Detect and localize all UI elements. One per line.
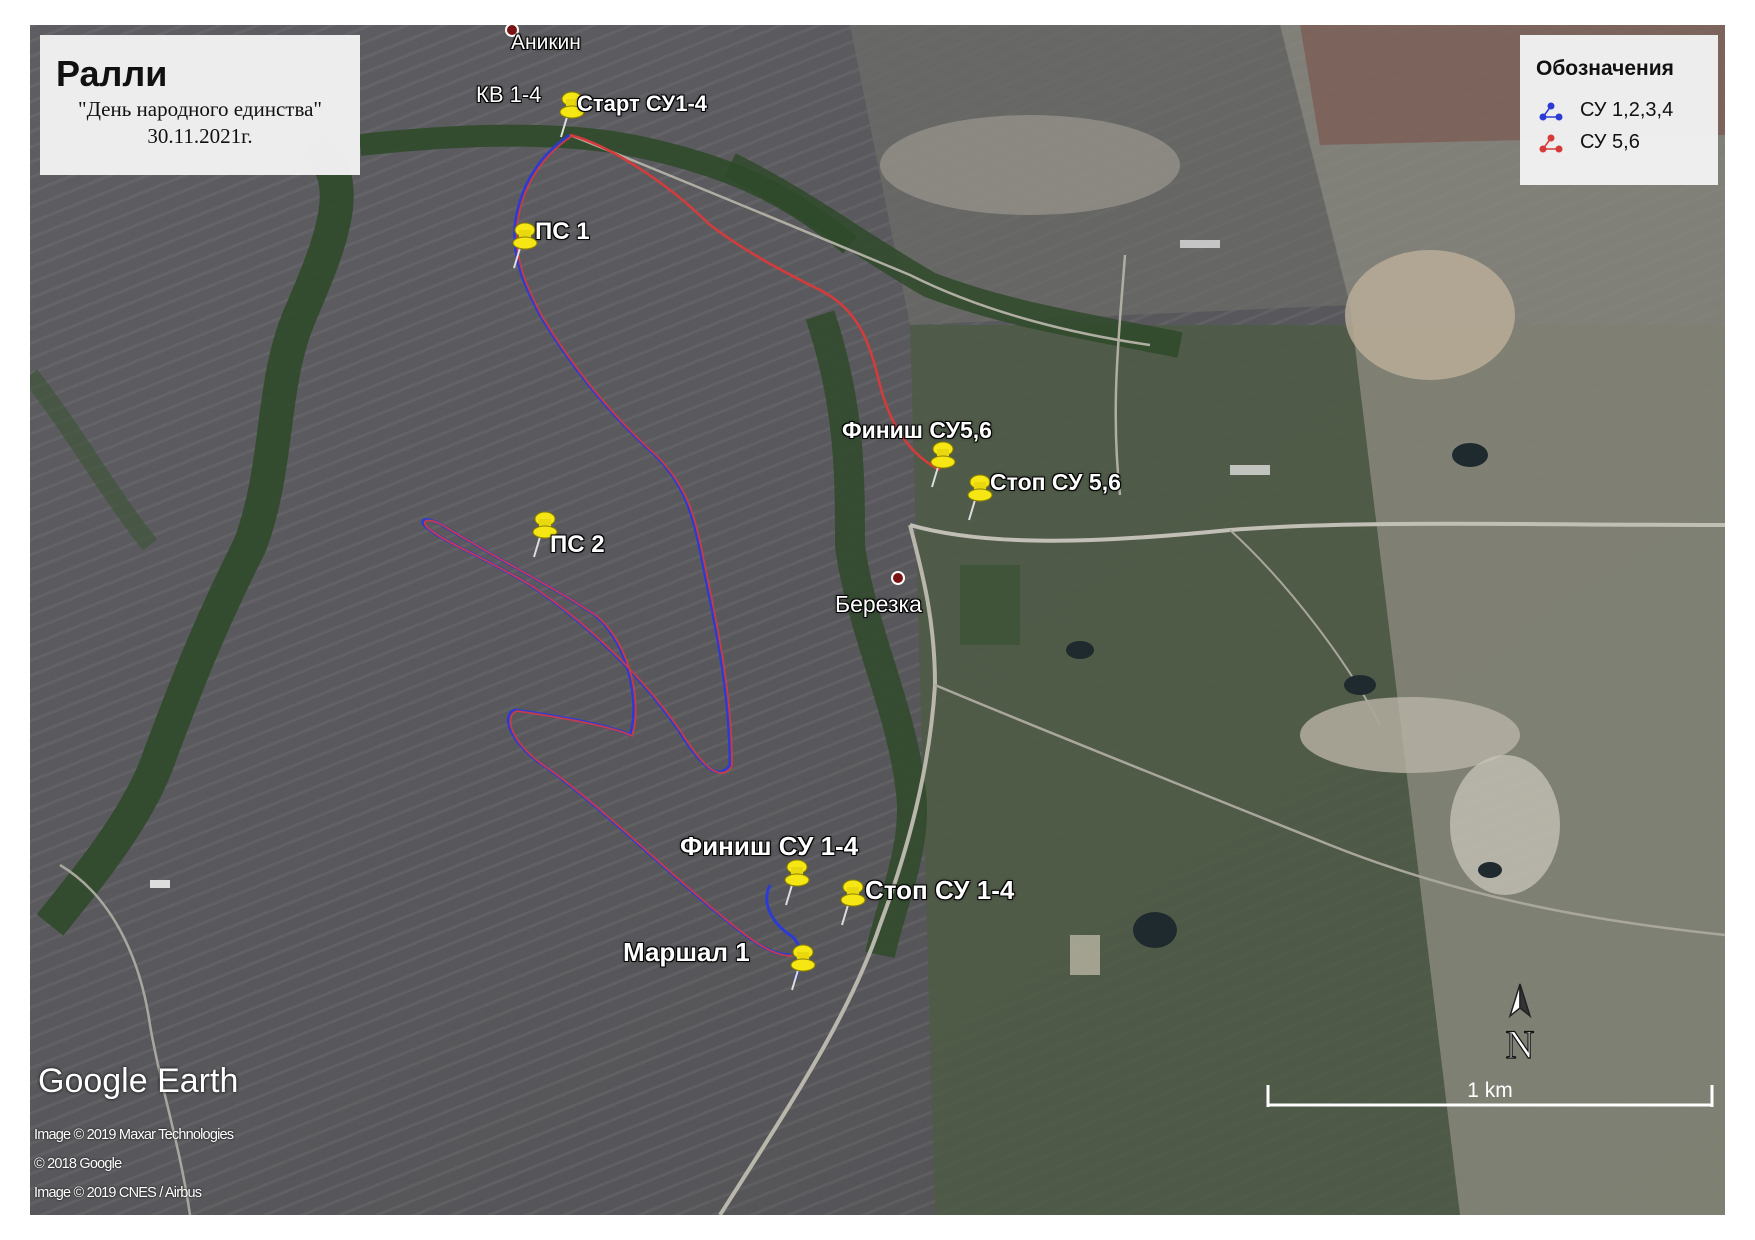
legend-heading: Обозначения (1536, 57, 1674, 80)
map-date: 30.11.2021г. (147, 124, 253, 148)
legend-label: СУ 5,6 (1580, 131, 1640, 153)
settlement-dots (505, 25, 905, 585)
pushpin-icon[interactable] (926, 437, 960, 489)
legend-label: СУ 1,2,3,4 (1580, 99, 1674, 121)
imagery-credit: © 2018 Google (34, 1156, 122, 1172)
marker-label-kv[interactable]: КВ 1-4 (476, 82, 541, 108)
marker-label-marshal-1[interactable]: Маршал 1 (623, 937, 750, 968)
north-arrow-icon: N (1505, 983, 1535, 1062)
marker-label-finish-su-5-6[interactable]: Финиш СУ5,6 (842, 417, 992, 444)
marker-label-ps-2[interactable]: ПС 2 (550, 531, 605, 559)
scale-bar: 1 km (1266, 1079, 1714, 1107)
place-label-anikin: Аникин (511, 31, 581, 54)
marker-label-ps-1[interactable]: ПС 1 (535, 218, 590, 246)
title-panel: Ралли "День народного единства" 30.11.20… (40, 35, 360, 175)
google-earth-logo: Google Earth (38, 1062, 239, 1100)
marker-label-start-su-1-4[interactable]: Старт СУ1-4 (577, 91, 707, 117)
north-label: N (1506, 1022, 1535, 1062)
legend-panel: Обозначения СУ 1,2,3,4 СУ 5,6 (1520, 35, 1718, 185)
settlement-dot-berezka (891, 571, 905, 585)
imagery-credit: Image © 2019 CNES / Airbus (34, 1185, 202, 1201)
pushpin-icon[interactable] (780, 855, 814, 907)
pushpin-icon[interactable] (786, 940, 820, 992)
place-label-berezka: Березка (835, 591, 922, 617)
satellite-map[interactable]: Аникин Березка КВ 1-4 Старт СУ1-4 ПС 1 П… (30, 25, 1725, 1215)
scale-label: 1 km (1467, 1079, 1513, 1102)
marker-label-stop-su-1-4[interactable]: Стоп СУ 1-4 (865, 875, 1014, 906)
map-subtitle: "День народного единства" (78, 97, 322, 121)
marker-label-finish-su-1-4[interactable]: Финиш СУ 1-4 (680, 831, 858, 862)
map-title: Ралли (56, 53, 168, 94)
route-red-icon (1539, 134, 1563, 153)
imagery-credit: Image © 2019 Maxar Technologies (34, 1127, 234, 1143)
route-blue-icon (1539, 102, 1563, 121)
marker-label-stop-su-5-6[interactable]: Стоп СУ 5,6 (990, 469, 1121, 496)
